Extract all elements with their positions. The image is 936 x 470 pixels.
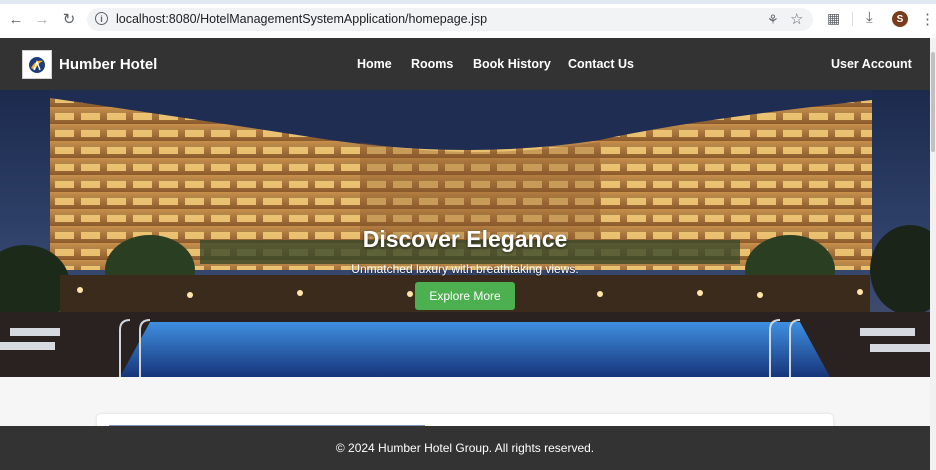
back-icon[interactable]: ← [7,10,25,28]
menu-icon[interactable]: ⋮ [920,10,935,28]
password-key-icon[interactable]: ⚘ [767,12,779,28]
nav-book-history-link[interactable]: Book History [473,57,551,71]
hero-subtitle: Unmatched luxury with breathtaking views… [351,262,579,276]
page-scrollbar[interactable] [930,38,936,470]
reload-icon[interactable]: ↻ [60,10,78,28]
address-bar[interactable]: i localhost:8080/HotelManagementSystemAp… [87,8,813,31]
scrollbar-thumb[interactable] [931,52,935,152]
profile-avatar[interactable]: S [892,11,908,27]
download-icon[interactable]: ⤓ [866,9,873,26]
hero-banner: Discover Elegance Unmatched luxury with … [0,90,930,377]
nav-home-link[interactable]: Home [357,57,392,71]
site-footer: © 2024 Humber Hotel Group. All rights re… [0,426,930,470]
site-info-icon[interactable]: i [95,12,108,25]
url-text[interactable]: localhost:8080/HotelManagementSystemAppl… [116,12,487,26]
hotel-logo-icon[interactable] [22,50,52,79]
nav-contact-us-link[interactable]: Contact Us [568,57,634,71]
hero-title: Discover Elegance [362,226,568,252]
bookmark-star-icon[interactable]: ☆ [790,10,803,28]
forward-icon[interactable]: → [33,10,51,28]
site-header: Humber Hotel Home Rooms Book History Con… [0,38,930,90]
toolbar-divider [852,12,853,26]
browser-toolbar: ← → ↻ i localhost:8080/HotelManagementSy… [0,0,936,39]
tab-strip [0,0,936,4]
page-viewport: Humber Hotel Home Rooms Book History Con… [0,38,930,470]
user-account-link[interactable]: User Account [831,57,912,71]
footer-copyright: © 2024 Humber Hotel Group. All rights re… [335,441,595,455]
extensions-icon[interactable]: ▦ [827,10,840,27]
brand-name[interactable]: Humber Hotel [59,56,157,73]
nav-rooms-link[interactable]: Rooms [411,57,453,71]
explore-more-button[interactable]: Explore More [415,282,515,310]
